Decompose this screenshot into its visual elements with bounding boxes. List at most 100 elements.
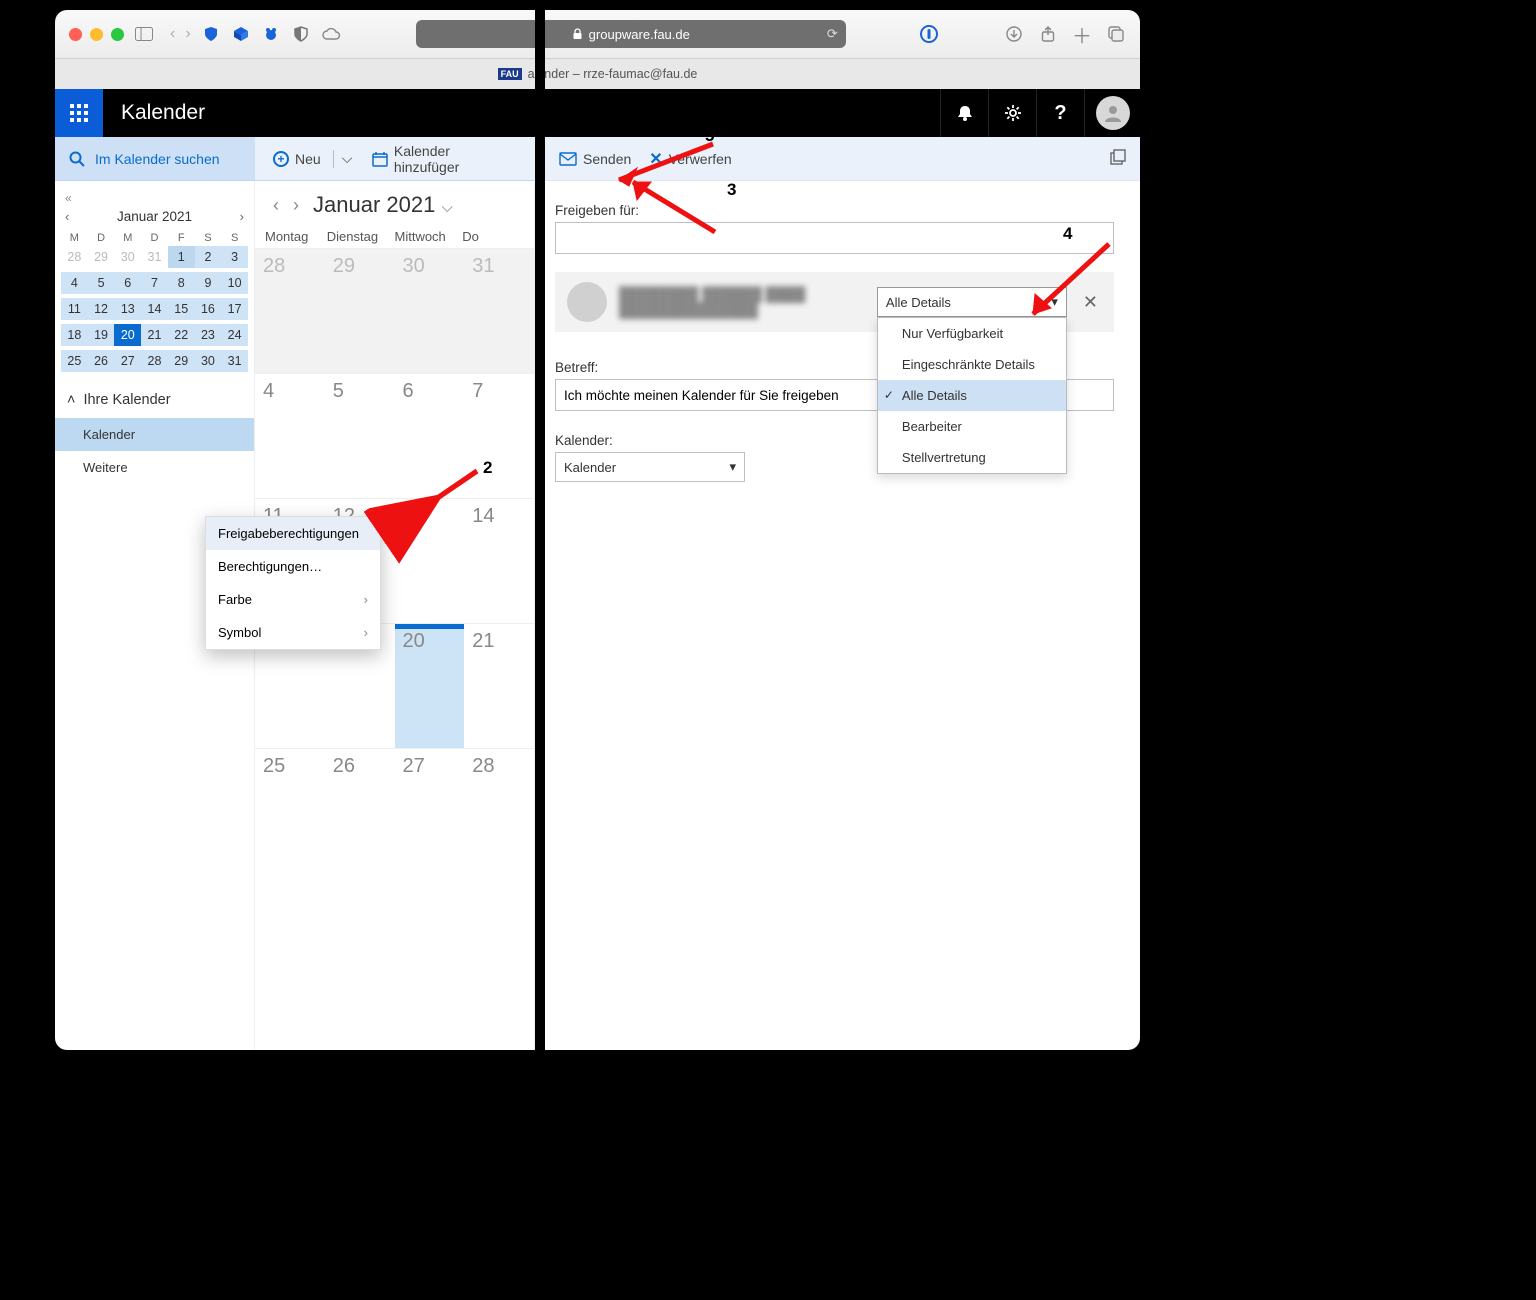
window-zoom-icon[interactable]: [111, 28, 124, 41]
calendar-select[interactable]: Kalender ▾: [555, 452, 745, 482]
dp-day[interactable]: 7: [141, 272, 168, 294]
cloud-icon[interactable]: [321, 24, 341, 44]
context-menu-item[interactable]: Freigabeberechtigungen: [206, 517, 380, 550]
dp-day[interactable]: 5: [88, 272, 115, 294]
month-cell[interactable]: 27: [395, 748, 465, 873]
search-input[interactable]: [95, 151, 235, 167]
downloads-icon[interactable]: [1004, 24, 1024, 44]
settings-button[interactable]: [988, 89, 1036, 137]
context-menu-item[interactable]: Symbol›: [206, 616, 380, 649]
dp-day[interactable]: 6: [114, 272, 141, 294]
window-close-icon[interactable]: [69, 28, 82, 41]
month-cell[interactable]: 29: [325, 248, 395, 373]
tabs-overview-icon[interactable]: [1106, 24, 1126, 44]
ext-cube-icon[interactable]: [231, 24, 251, 44]
tab-strip[interactable]: FAU alender – rrze-faumac@fau.de: [55, 59, 1140, 89]
dp-day[interactable]: 4: [61, 272, 88, 294]
dp-day[interactable]: 15: [168, 298, 195, 320]
dp-day[interactable]: 26: [88, 350, 115, 372]
remove-recipient-button[interactable]: ✕: [1079, 292, 1102, 313]
dp-day[interactable]: 19: [88, 324, 115, 346]
month-cell[interactable]: 4: [255, 373, 325, 498]
dp-day[interactable]: 29: [88, 246, 115, 268]
dp-day[interactable]: 2: [195, 246, 222, 268]
dp-day[interactable]: 20: [114, 324, 141, 346]
ext-shield-icon[interactable]: [201, 24, 221, 44]
month-cell[interactable]: 25: [255, 748, 325, 873]
dp-day[interactable]: 3: [221, 246, 248, 268]
context-menu-item[interactable]: Berechtigungen…: [206, 550, 380, 583]
dp-day[interactable]: 14: [141, 298, 168, 320]
dp-day[interactable]: 23: [195, 324, 222, 346]
context-menu-item[interactable]: Farbe›: [206, 583, 380, 616]
calendars-section-header[interactable]: ˄ Ihre Kalender: [55, 382, 254, 418]
dp-day[interactable]: 22: [168, 324, 195, 346]
dp-prev-year[interactable]: «: [65, 191, 72, 205]
app-launcher-button[interactable]: [55, 89, 103, 137]
dp-prev-month[interactable]: ‹: [65, 209, 69, 224]
calendar-context-menu[interactable]: FreigabeberechtigungenBerechtigungen…Far…: [205, 516, 381, 650]
dp-day[interactable]: 31: [221, 350, 248, 372]
permission-dropdown[interactable]: Nur VerfügbarkeitEingeschränkte DetailsA…: [877, 317, 1067, 474]
ext-bug-icon[interactable]: [261, 24, 281, 44]
month-title[interactable]: Januar 2021 ⌵: [313, 192, 453, 218]
month-cell[interactable]: 28: [464, 748, 534, 873]
chevron-down-icon[interactable]: ⌵: [441, 199, 452, 216]
account-button[interactable]: [1084, 89, 1140, 137]
permission-option[interactable]: Alle Details: [878, 380, 1066, 411]
dp-grid[interactable]: 2829303112345678910111213141516171819202…: [55, 246, 254, 382]
dp-day[interactable]: 8: [168, 272, 195, 294]
dp-next-month[interactable]: ›: [240, 209, 244, 224]
dp-day[interactable]: 25: [61, 350, 88, 372]
dp-day[interactable]: 10: [221, 272, 248, 294]
month-next[interactable]: ›: [293, 195, 299, 216]
ext-1password-icon[interactable]: [919, 24, 939, 44]
dp-day[interactable]: 27: [114, 350, 141, 372]
month-cell[interactable]: 7: [464, 373, 534, 498]
add-calendar-button[interactable]: Kalender hinzufüger: [372, 143, 516, 175]
back-button[interactable]: ‹: [170, 25, 175, 43]
reload-icon[interactable]: ⟳: [827, 26, 838, 42]
notifications-button[interactable]: [940, 89, 988, 137]
dp-day[interactable]: 11: [61, 298, 88, 320]
dp-day[interactable]: 12: [88, 298, 115, 320]
month-cell[interactable]: 5: [325, 373, 395, 498]
dp-day[interactable]: 28: [141, 350, 168, 372]
forward-button[interactable]: ›: [185, 25, 190, 43]
window-controls[interactable]: [69, 28, 124, 41]
help-button[interactable]: ?: [1036, 89, 1084, 137]
new-event-button[interactable]: + Neu ⌵: [273, 150, 352, 168]
dp-day[interactable]: 28: [61, 246, 88, 268]
month-cell[interactable]: 28: [255, 248, 325, 373]
sidebar-toggle-icon[interactable]: [134, 24, 154, 44]
privacy-shield-icon[interactable]: [291, 24, 311, 44]
permission-option[interactable]: Eingeschränkte Details: [878, 349, 1066, 380]
calendar-item-kalender[interactable]: Kalender: [55, 418, 254, 451]
dp-day[interactable]: 29: [168, 350, 195, 372]
month-cell[interactable]: 6: [395, 373, 465, 498]
month-cell[interactable]: 14: [464, 498, 534, 623]
month-cell[interactable]: 21: [464, 623, 534, 748]
dp-day[interactable]: 24: [221, 324, 248, 346]
dp-day[interactable]: 18: [61, 324, 88, 346]
share-icon[interactable]: [1038, 24, 1058, 44]
dp-day[interactable]: 30: [195, 350, 222, 372]
address-bar[interactable]: groupware.fau.de ⟳: [416, 20, 846, 48]
permission-select[interactable]: Alle Details ▾: [877, 287, 1067, 317]
window-minimize-icon[interactable]: [90, 28, 103, 41]
dp-day[interactable]: 17: [221, 298, 248, 320]
month-cell[interactable]: 30: [395, 248, 465, 373]
permission-option[interactable]: Bearbeiter: [878, 411, 1066, 442]
month-cell[interactable]: 26: [325, 748, 395, 873]
dp-day[interactable]: 16: [195, 298, 222, 320]
dp-day[interactable]: 31: [141, 246, 168, 268]
permission-option[interactable]: Stellvertretung: [878, 442, 1066, 473]
dp-day[interactable]: 1: [168, 246, 195, 268]
dp-day[interactable]: 30: [114, 246, 141, 268]
month-prev[interactable]: ‹: [273, 195, 279, 216]
popout-icon[interactable]: [1110, 149, 1126, 168]
dp-day[interactable]: 13: [114, 298, 141, 320]
search-box[interactable]: [55, 151, 255, 167]
dp-day[interactable]: 21: [141, 324, 168, 346]
discard-button[interactable]: ✕ Verwerfen: [649, 149, 731, 169]
